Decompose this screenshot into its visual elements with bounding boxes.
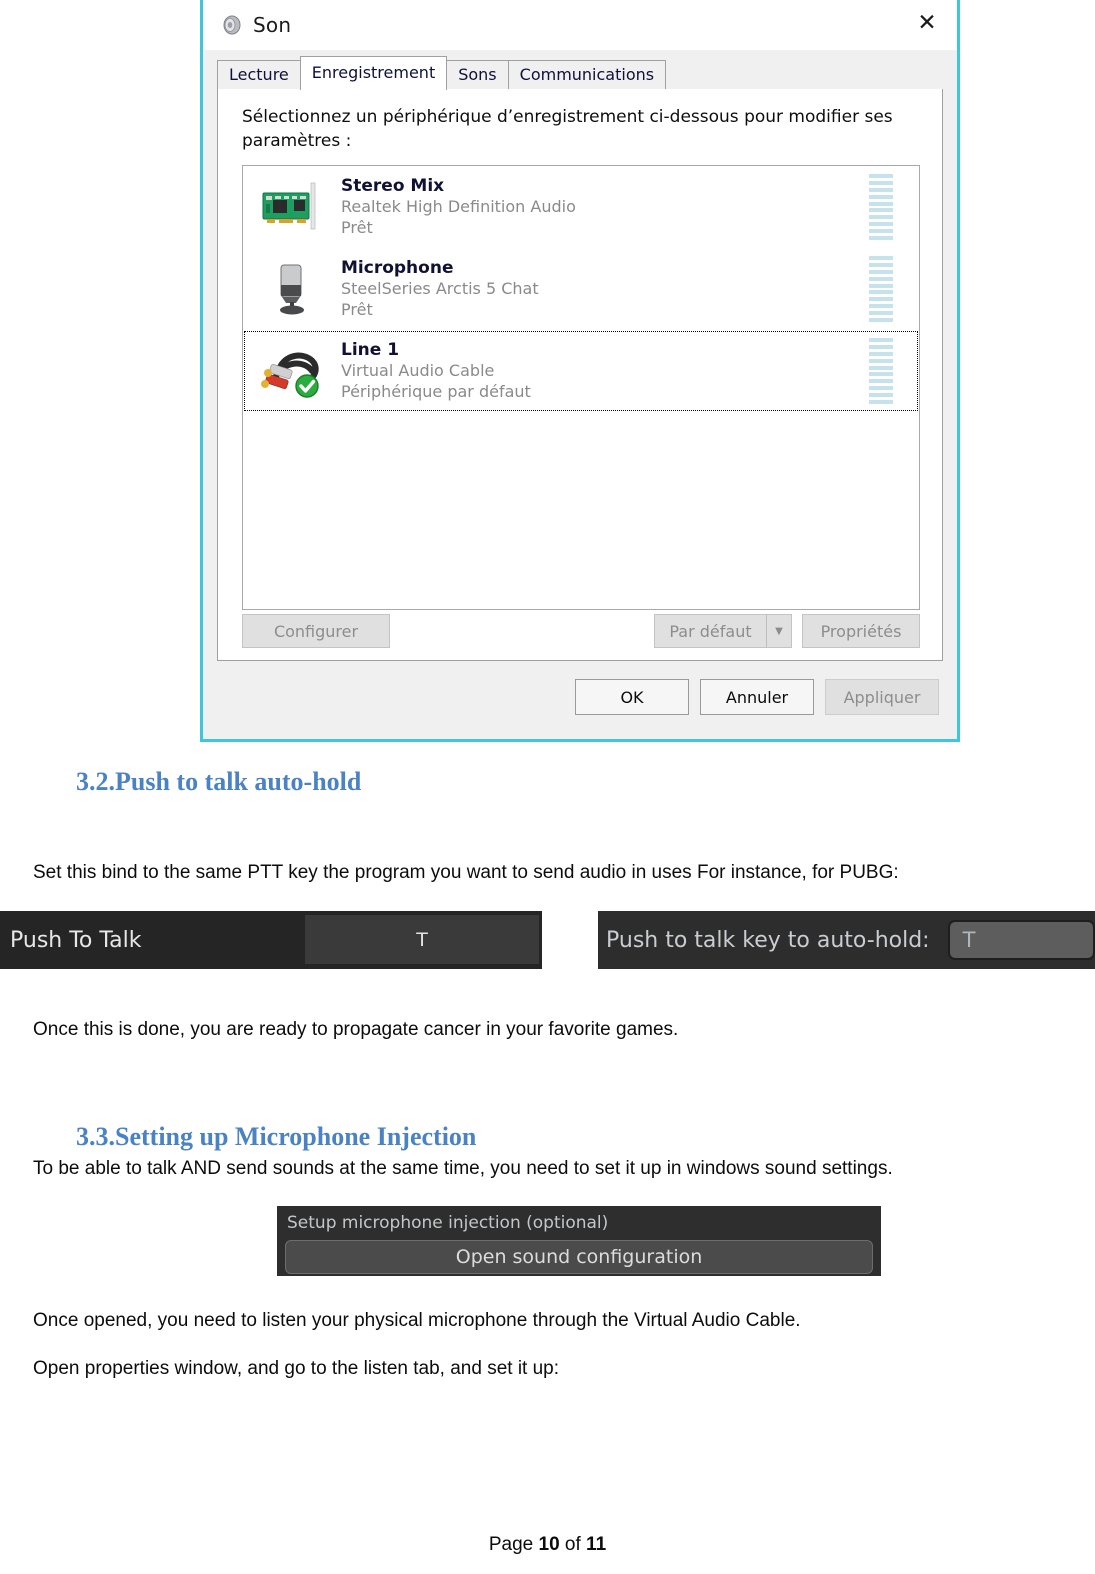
vu-meter [869,256,893,322]
paragraph-talk-and-send: To be able to talk AND send sounds at th… [33,1158,893,1179]
set-default-button[interactable]: Par défaut [654,614,766,648]
tabstrip: Lecture Enregistrement Sons Communicatio… [217,56,943,90]
device-list-item-selected[interactable]: Line 1 Virtual Audio Cable Périphérique … [243,330,919,412]
tab-sons[interactable]: Sons [446,60,509,90]
device-status: Prêt [341,300,373,320]
device-status: Prêt [341,218,373,238]
dialog-title: Son [253,13,292,37]
close-icon[interactable]: ✕ [897,0,957,46]
set-default-split-button[interactable]: Par défaut ▼ [654,614,792,648]
dialog-footer-buttons: OK Annuler Appliquer [575,679,939,715]
page-footer-prefix: Page [488,1534,539,1555]
auto-hold-key-input[interactable]: T [947,920,1095,960]
page-number-total: 11 [586,1534,607,1555]
page-footer-middle: of [559,1534,587,1555]
push-to-talk-widget: Push To Talk T [0,911,542,969]
push-to-talk-key-button[interactable]: T [305,915,539,964]
paragraph-once-done: Once this is done, you are ready to prop… [33,1019,679,1040]
microphone-icon [255,258,329,320]
device-list-item[interactable]: Microphone SteelSeries Arctis 5 Chat Prê… [243,248,919,330]
device-name: Microphone [341,258,454,279]
device-info: Microphone SteelSeries Arctis 5 Chat Prê… [329,257,869,321]
dialog-titlebar: Son ✕ [203,0,957,50]
auto-hold-widget: Push to talk key to auto-hold: T [598,911,1095,969]
dialog-footer: OK Annuler Appliquer [203,661,957,739]
sound-dialog: Son ✕ Lecture Enregistrement Sons Commun… [200,0,960,742]
tab-enregistrement[interactable]: Enregistrement [299,56,448,90]
open-sound-configuration-button[interactable]: Open sound configuration [285,1240,873,1275]
device-driver: SteelSeries Arctis 5 Chat [341,279,539,299]
device-list-item[interactable]: Stereo Mix Realtek High Definition Audio… [243,166,919,248]
device-info: Line 1 Virtual Audio Cable Périphérique … [329,339,869,403]
device-name: Line 1 [341,340,400,361]
device-driver: Realtek High Definition Audio [341,197,576,217]
push-to-talk-label: Push To Talk [10,927,142,953]
cancel-button[interactable]: Annuler [700,679,814,715]
heading-3-2: 3.2.Push to talk auto-hold [76,767,362,796]
paragraph-open-properties: Open properties window, and go to the li… [33,1358,560,1379]
sound-card-icon [255,176,329,238]
apply-button[interactable]: Appliquer [825,679,939,715]
ok-button[interactable]: OK [575,679,689,715]
vu-meter [869,338,893,404]
device-info: Stereo Mix Realtek High Definition Audio… [329,175,869,239]
device-status: Périphérique par défaut [341,382,531,402]
speaker-icon [221,14,243,36]
paragraph-ptt-bind: Set this bind to the same PTT key the pr… [33,862,899,883]
panel-prompt: Sélectionnez un périphérique d’enregistr… [242,107,893,152]
microphone-injection-widget: Setup microphone injection (optional) Op… [277,1206,881,1276]
dialog-body: Lecture Enregistrement Sons Communicatio… [203,50,957,739]
page-number-current: 10 [538,1534,560,1555]
rca-cable-icon [255,340,329,402]
panel-button-row: Configurer Par défaut ▼ Propriétés [242,614,920,648]
microphone-injection-title: Setup microphone injection (optional) [287,1213,609,1233]
properties-button[interactable]: Propriétés [802,614,920,648]
vu-meter [869,174,893,240]
device-name: Stereo Mix [341,176,445,197]
page-footer: Page 10 of 11 [0,1534,1095,1556]
configure-button[interactable]: Configurer [242,614,390,648]
chevron-down-icon[interactable]: ▼ [766,614,792,648]
heading-3-3: 3.3.Setting up Microphone Injection [76,1122,477,1151]
device-list[interactable]: Stereo Mix Realtek High Definition Audio… [242,165,920,610]
recording-tab-panel: Sélectionnez un périphérique d’enregistr… [217,89,943,661]
auto-hold-label: Push to talk key to auto-hold: [606,927,930,953]
tab-lecture[interactable]: Lecture [217,60,301,90]
device-driver: Virtual Audio Cable [341,361,495,381]
tab-communications[interactable]: Communications [507,60,667,90]
paragraph-once-opened: Once opened, you need to listen your phy… [33,1310,801,1331]
